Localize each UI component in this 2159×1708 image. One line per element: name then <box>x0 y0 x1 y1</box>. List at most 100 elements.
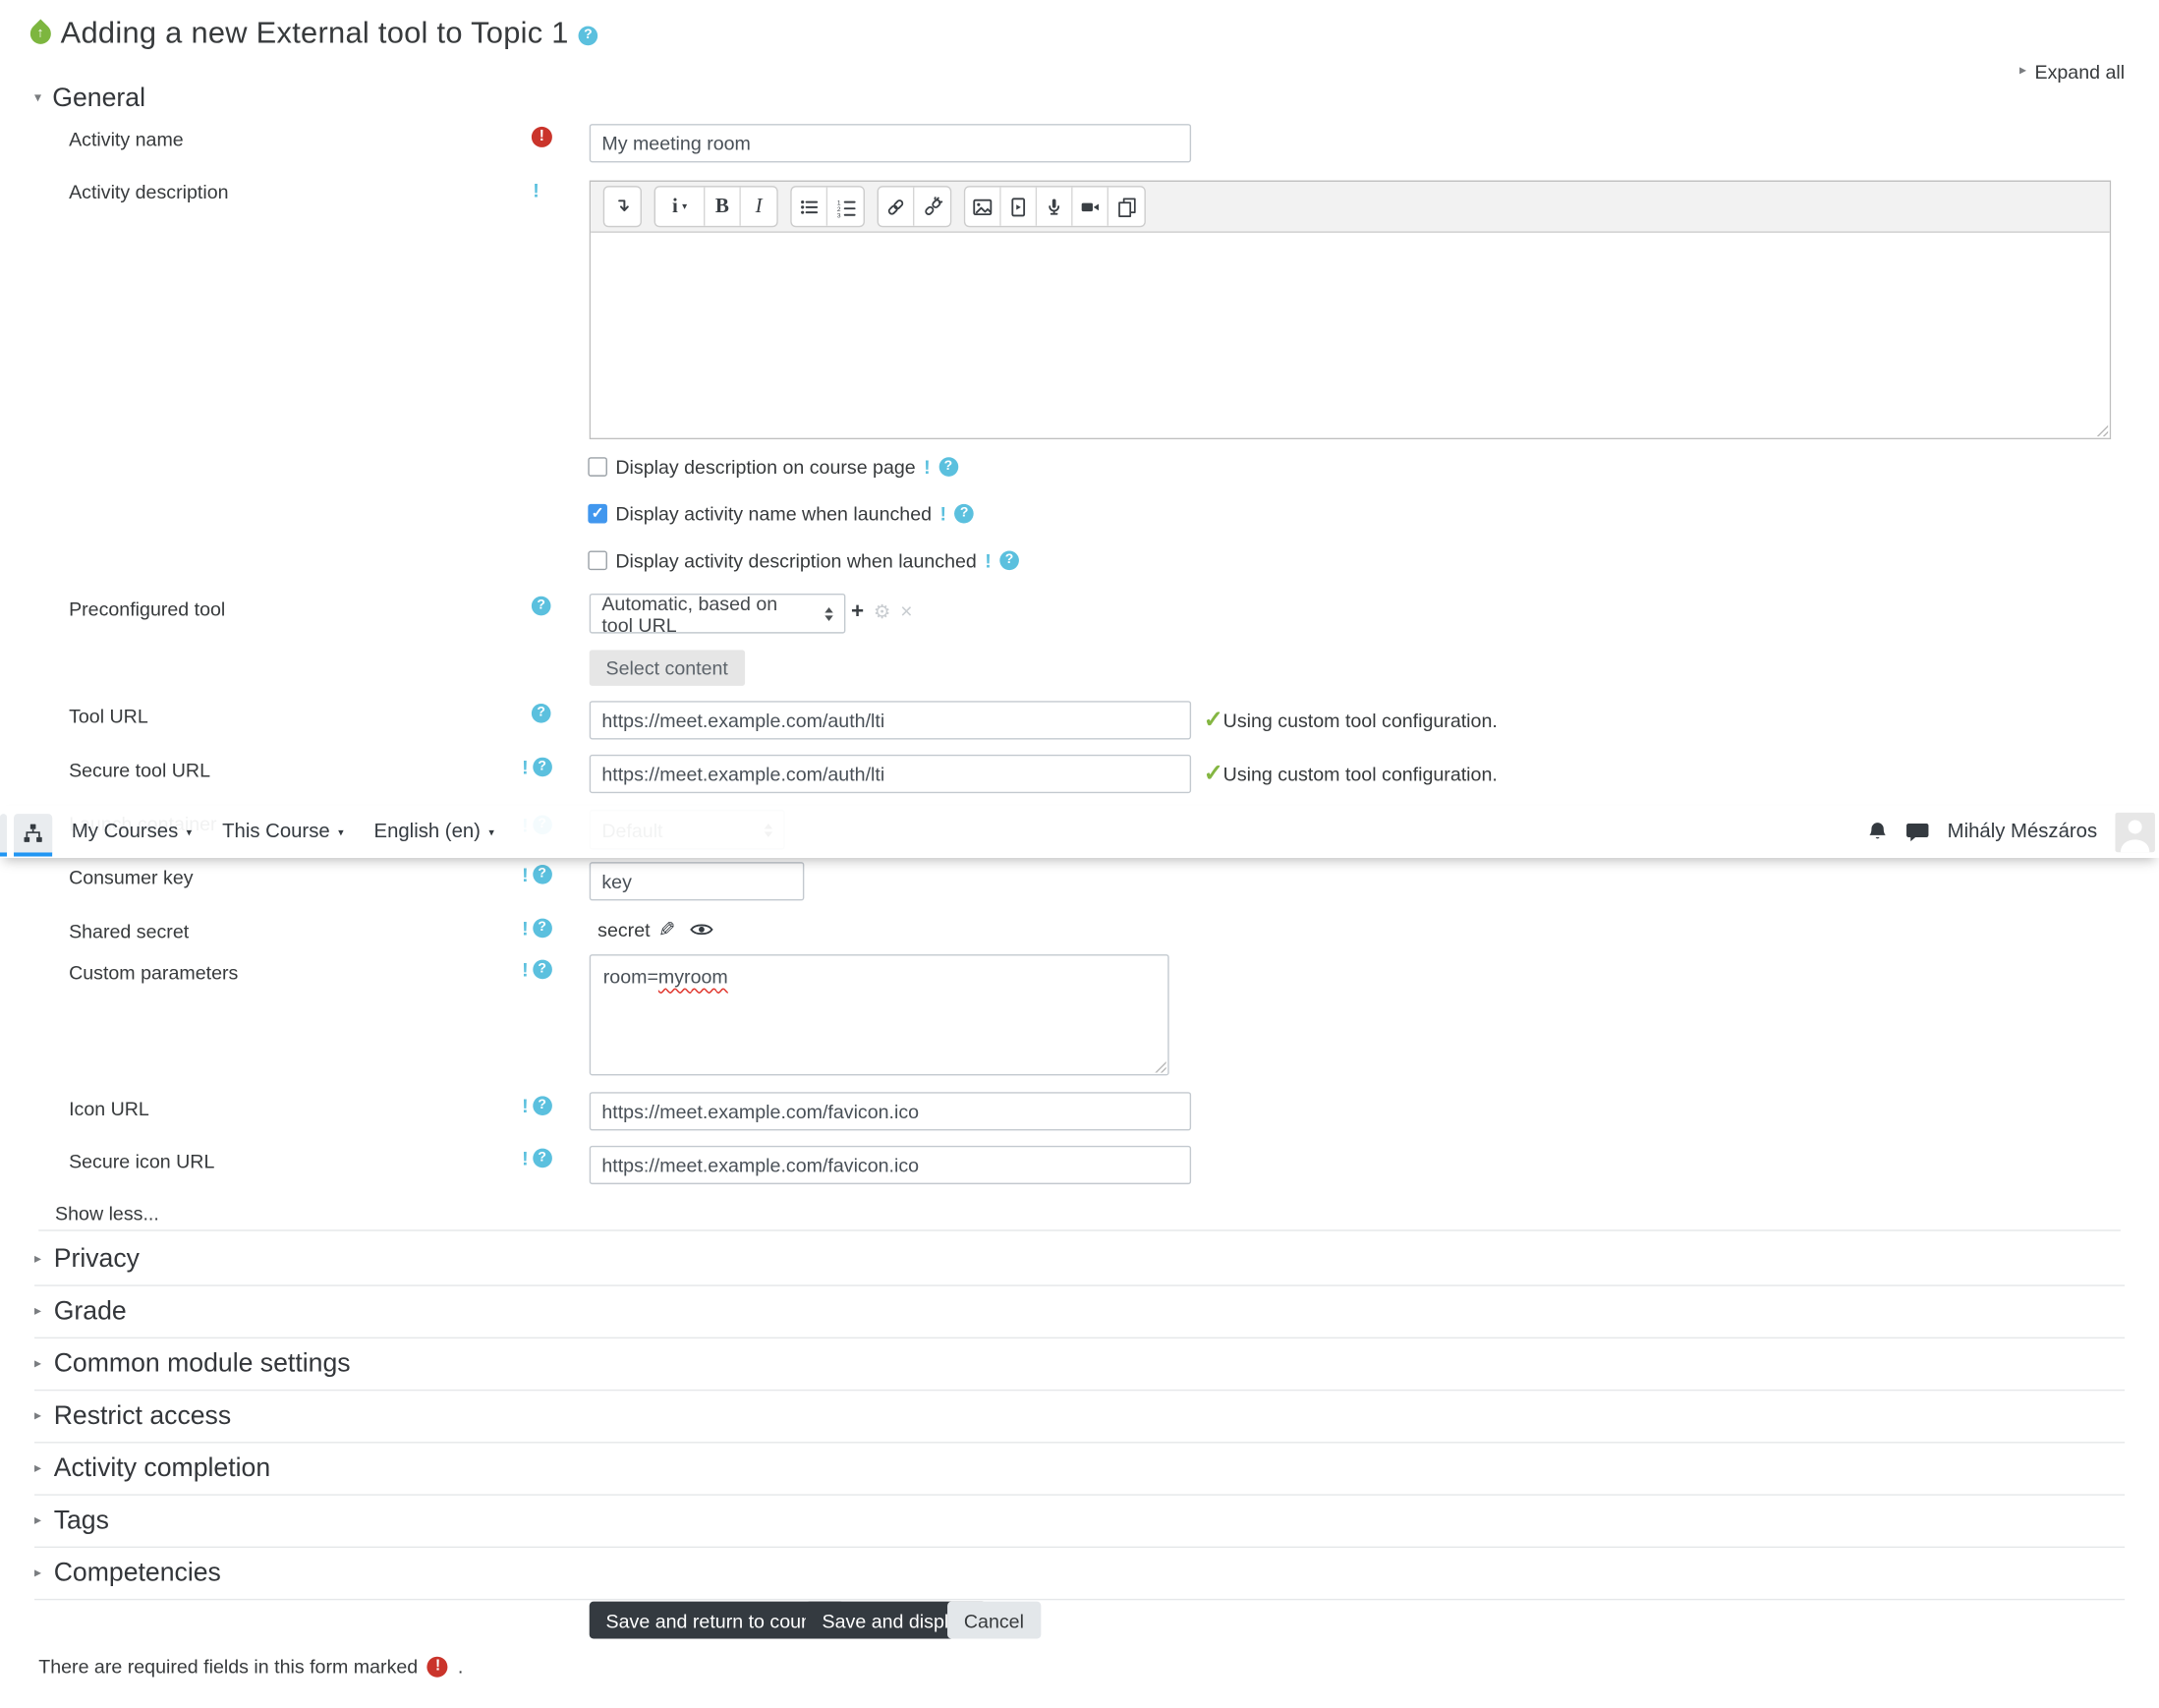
sticky-navbar: My Courses ▾ This Course ▾ English (en) … <box>0 805 2159 858</box>
required-icon: ! <box>427 1656 449 1678</box>
caret-down-icon: ▾ <box>34 90 42 106</box>
advanced-icon: ! <box>522 1147 529 1169</box>
section-general-header[interactable]: ▾ General <box>34 84 145 114</box>
required-icon: ! <box>531 126 552 147</box>
display-activity-name-checkbox[interactable]: ✓ <box>588 503 607 524</box>
custom-parameters-textarea[interactable]: room=myroom <box>589 954 1169 1076</box>
help-icon[interactable]: ? <box>532 959 552 980</box>
resize-handle[interactable] <box>1151 1057 1166 1073</box>
nav-tab-sitemap[interactable] <box>14 813 53 856</box>
nav-this-course[interactable]: This Course ▾ <box>222 821 344 842</box>
shared-secret-label: Shared secret <box>69 920 190 942</box>
advanced-icon: ! <box>533 179 540 201</box>
external-tool-activity-icon: ↑ <box>26 18 56 48</box>
unordered-list-button[interactable] <box>791 187 828 226</box>
activity-name-input[interactable] <box>589 124 1192 163</box>
caret-right-icon: ▸ <box>34 1251 42 1267</box>
caret-down-icon: ▾ <box>338 826 344 838</box>
italic-button[interactable]: I <box>740 187 777 226</box>
selected-option: Automatic, based on tool URL <box>601 591 778 636</box>
consumer-key-label: Consumer key <box>69 866 194 888</box>
tool-url-label: Tool URL <box>69 705 148 727</box>
caret-down-icon: ▾ <box>488 826 494 838</box>
ordered-list-button[interactable]: 123 <box>827 187 864 226</box>
tool-url-input[interactable] <box>589 701 1192 740</box>
help-icon[interactable]: ? <box>999 550 1019 571</box>
section-label: Tags <box>53 1506 109 1535</box>
bold-button[interactable]: B <box>705 187 741 226</box>
section-restrict-access[interactable]: ▸ Restrict access <box>34 1391 2126 1444</box>
display-activity-description-checkbox[interactable] <box>588 550 607 571</box>
add-tool-icon[interactable]: + <box>851 600 864 623</box>
help-icon[interactable]: ? <box>532 1148 552 1168</box>
status-text: Using custom tool configuration. <box>1222 708 1498 731</box>
icon-url-input[interactable] <box>589 1092 1192 1131</box>
nav-my-courses[interactable]: My Courses ▾ <box>72 821 192 842</box>
record-audio-button[interactable] <box>1037 187 1073 226</box>
consumer-key-input[interactable] <box>589 862 805 901</box>
caret-right-icon: ▸ <box>34 1512 42 1528</box>
section-label: Activity completion <box>53 1453 271 1483</box>
manage-files-button[interactable] <box>1108 187 1145 226</box>
section-common-module-settings[interactable]: ▸ Common module settings <box>34 1338 2126 1392</box>
help-icon[interactable]: ? <box>578 26 598 46</box>
show-less-link[interactable]: Show less... <box>55 1202 159 1224</box>
divider <box>38 1229 2121 1231</box>
section-activity-completion[interactable]: ▸ Activity completion <box>34 1444 2126 1496</box>
moodle-activity-form-page: ↑ Adding a new External tool to Topic 1 … <box>0 0 2159 1708</box>
help-icon[interactable]: ? <box>532 757 552 777</box>
page-title: Adding a new External tool to Topic 1 <box>60 15 569 50</box>
section-competencies[interactable]: ▸ Competencies <box>34 1548 2126 1601</box>
section-tags[interactable]: ▸ Tags <box>34 1496 2126 1549</box>
cancel-button[interactable]: Cancel <box>947 1601 1041 1639</box>
link-button[interactable] <box>878 187 915 226</box>
section-general-label: General <box>52 84 146 113</box>
help-icon[interactable]: ? <box>532 1096 552 1116</box>
activity-name-label: Activity name <box>69 128 184 150</box>
help-icon[interactable]: ? <box>532 864 552 884</box>
advanced-icon: ! <box>939 502 947 525</box>
pencil-icon[interactable]: ✎ <box>658 918 676 941</box>
user-name[interactable]: Mihály Mészáros <box>1948 821 2097 842</box>
section-privacy[interactable]: ▸ Privacy <box>34 1234 2126 1286</box>
chat-icon[interactable] <box>1906 822 1930 842</box>
help-icon[interactable]: ? <box>532 918 552 939</box>
section-grade[interactable]: ▸ Grade <box>34 1286 2126 1339</box>
secure-icon-url-input[interactable] <box>589 1145 1192 1185</box>
caret-down-icon: ▾ <box>682 201 688 212</box>
help-icon[interactable]: ? <box>531 704 551 723</box>
activity-description-editor: i ▾ B I 123 <box>589 180 2112 439</box>
eye-icon[interactable] <box>689 921 713 938</box>
up-arrow-glyph: ↑ <box>36 25 44 40</box>
caret-right-icon: ▸ <box>34 1460 42 1476</box>
gear-icon: ⚙ <box>873 599 891 623</box>
select-content-button: Select content <box>589 650 745 686</box>
nav-label: This Course <box>222 821 330 843</box>
expand-all-link[interactable]: ▸ Expand all <box>2019 61 2125 83</box>
help-icon[interactable]: ? <box>954 503 975 524</box>
resize-handle[interactable] <box>2092 421 2109 437</box>
preconfigured-tool-select[interactable]: Automatic, based on tool URL <box>589 591 846 636</box>
required-note-text: There are required fields in this form m… <box>38 1655 419 1678</box>
section-label: Competencies <box>53 1558 221 1587</box>
insert-image-button[interactable] <box>965 187 1001 226</box>
nav-tab-partial[interactable] <box>0 813 8 856</box>
bell-icon[interactable] <box>1867 821 1888 842</box>
status-text: Using custom tool configuration. <box>1222 762 1498 785</box>
nav-language[interactable]: English (en) ▾ <box>374 821 494 842</box>
help-icon[interactable]: ? <box>938 457 958 477</box>
paragraph-styles-button[interactable]: i ▾ <box>654 187 706 226</box>
editor-content-area[interactable] <box>591 231 2110 438</box>
help-icon[interactable]: ? <box>531 596 551 616</box>
caret-right-icon: ▸ <box>34 1407 42 1424</box>
unlink-button[interactable] <box>914 187 950 226</box>
avatar[interactable] <box>2115 812 2155 852</box>
caret-right-icon: ▸ <box>34 1355 42 1371</box>
record-video-button[interactable] <box>1072 187 1109 226</box>
activity-description-label: Activity description <box>69 180 229 202</box>
collapse-toolbar-button[interactable] <box>604 187 641 226</box>
svg-text:3: 3 <box>836 212 840 217</box>
insert-media-button[interactable] <box>1000 187 1038 226</box>
secure-tool-url-input[interactable] <box>589 754 1192 794</box>
display-description-checkbox[interactable] <box>588 457 607 477</box>
